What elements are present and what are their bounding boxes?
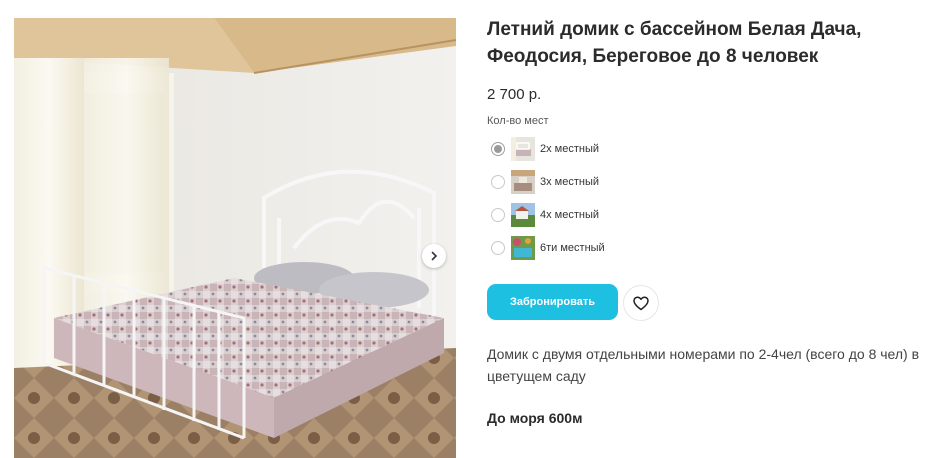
seat-option-4[interactable]: 4х местный — [491, 202, 691, 228]
pool-thumb — [511, 236, 535, 260]
seat-option-label: 6ти местный — [540, 242, 605, 254]
seat-option-label: 3х местный — [540, 176, 600, 188]
listing-photo[interactable] — [14, 18, 456, 458]
seat-option-label: 4х местный — [540, 209, 600, 221]
seat-option-3[interactable]: 3х местный — [491, 169, 691, 195]
seat-option-6[interactable]: 6ти местный — [491, 235, 691, 261]
listing-description: Домик с двумя отдельными номерами по 2-4… — [487, 346, 920, 384]
chevron-right-icon — [431, 251, 438, 261]
listing-price: 2 700 р. — [487, 86, 542, 103]
radio-button[interactable] — [491, 142, 505, 156]
favorite-button[interactable] — [623, 285, 659, 321]
seats-label: Кол-во мест — [487, 115, 549, 127]
radio-button[interactable] — [491, 175, 505, 189]
listing-title: Летний домик с бассейном Белая Дача, Фео… — [487, 19, 862, 67]
seat-option-2[interactable]: 2х местный — [491, 136, 691, 162]
radio-button[interactable] — [491, 241, 505, 255]
next-photo-button[interactable] — [422, 244, 446, 268]
seat-option-label: 2х местный — [540, 143, 600, 155]
heart-icon — [633, 295, 649, 310]
bedroom-photo — [14, 18, 456, 458]
bedroom-thumb — [511, 137, 535, 161]
radio-button[interactable] — [491, 208, 505, 222]
listing-info: Летний домик с бассейном Белая Дача, Фео… — [487, 0, 936, 458]
room-thumb — [511, 170, 535, 194]
garden-thumb — [511, 203, 535, 227]
sea-distance: До моря 600м — [487, 410, 583, 426]
book-button[interactable]: Забронировать — [487, 284, 618, 320]
